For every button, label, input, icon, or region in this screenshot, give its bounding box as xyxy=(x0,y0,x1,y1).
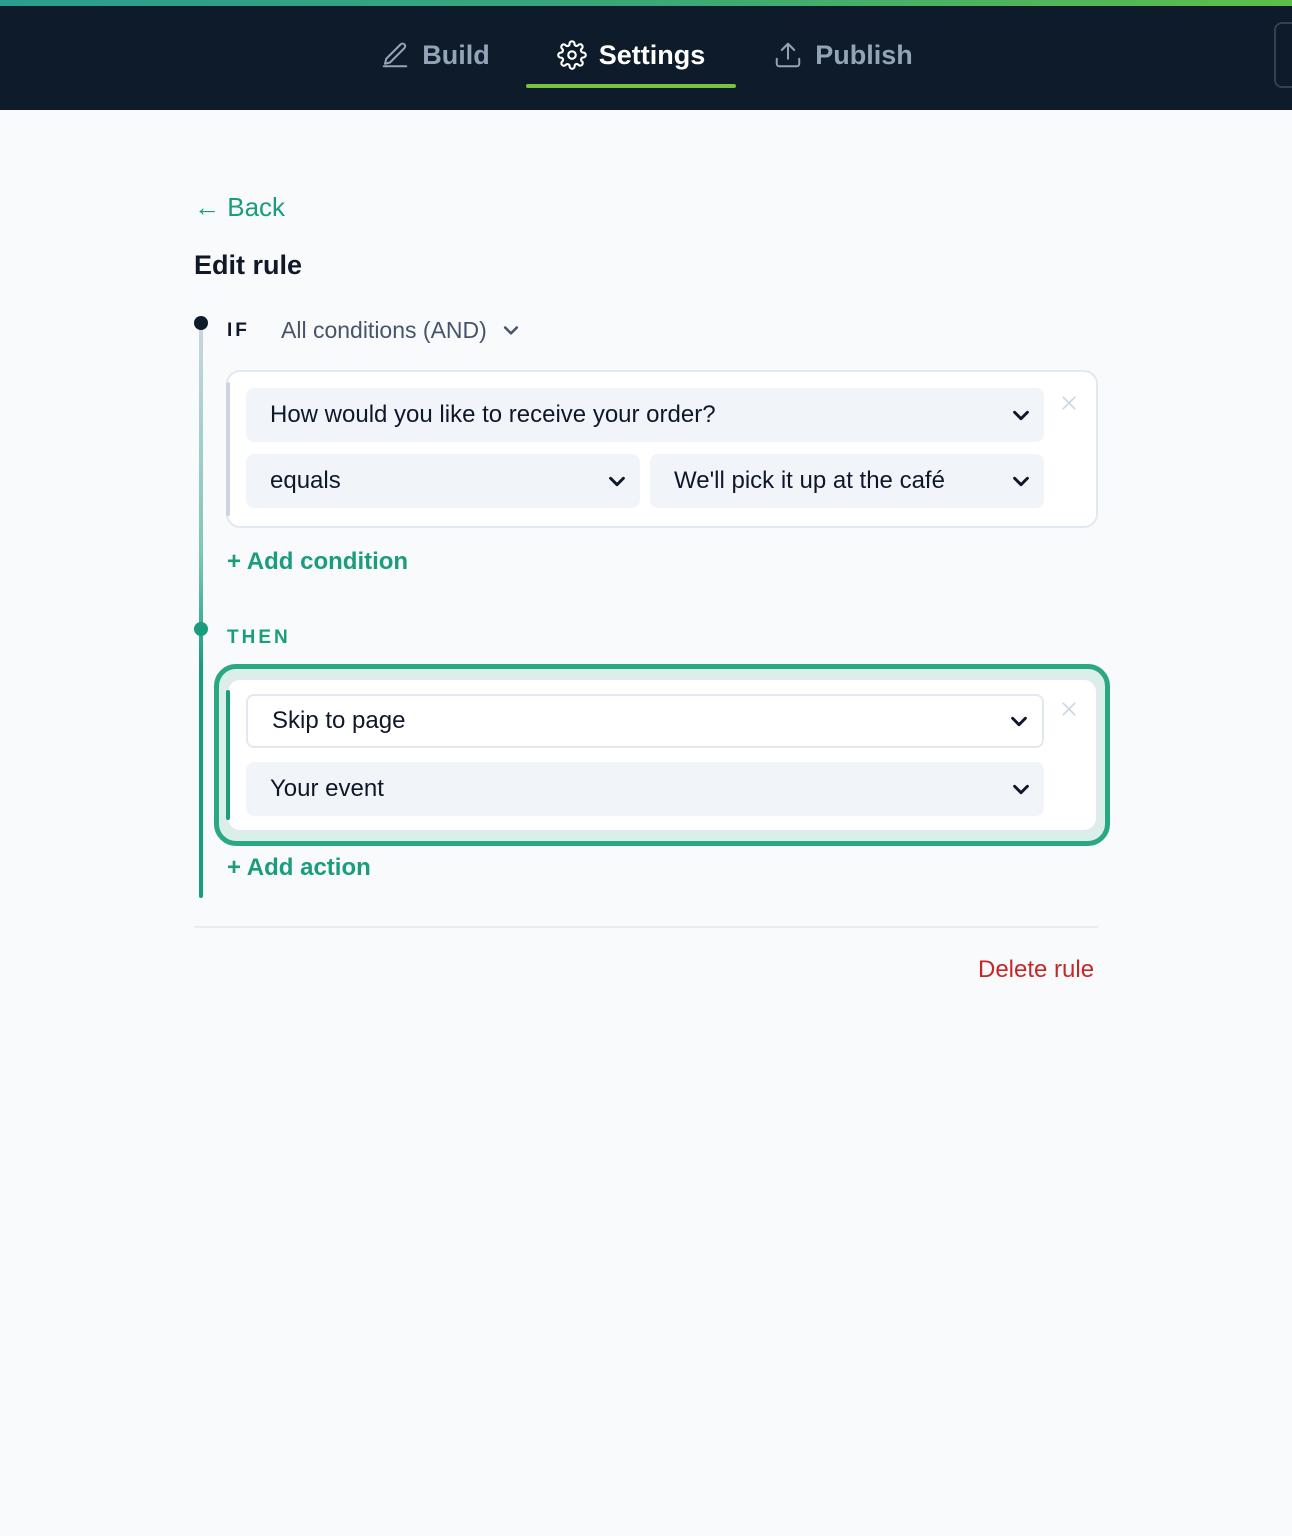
condition-card: How would you like to receive your order… xyxy=(226,370,1098,528)
page-title: Edit rule xyxy=(194,250,303,280)
chevron-down-icon xyxy=(1013,784,1029,795)
tab-build-label: Build xyxy=(422,39,490,70)
if-timeline-dot xyxy=(194,316,208,330)
back-link[interactable]: ← Back xyxy=(194,190,285,224)
action-card: Skip to page Your event xyxy=(226,678,1098,832)
action-type-value: Skip to page xyxy=(272,707,406,734)
condition-field-select[interactable]: How would you like to receive your order… xyxy=(246,388,1044,442)
tab-publish-label: Publish xyxy=(815,39,913,70)
top-nav-bar: Build Settings Publish xyxy=(0,0,1292,110)
condition-value-text: We'll pick it up at the café xyxy=(674,467,945,494)
remove-action-button[interactable] xyxy=(1056,696,1082,722)
condition-operator-select[interactable]: equals xyxy=(246,454,640,508)
close-icon xyxy=(1062,396,1076,410)
condition-value-select[interactable]: We'll pick it up at the café xyxy=(650,454,1044,508)
logic-operator-select[interactable]: All conditions (AND) xyxy=(281,314,521,346)
remove-condition-button[interactable] xyxy=(1056,390,1082,416)
if-label: IF xyxy=(227,320,250,341)
condition-operator-value: equals xyxy=(270,467,341,494)
footer-divider xyxy=(194,926,1098,928)
delete-rule-button[interactable]: Delete rule xyxy=(978,956,1094,984)
logic-operator-value: All conditions (AND) xyxy=(281,316,487,343)
chevron-down-icon xyxy=(1011,716,1027,727)
add-condition-button[interactable]: + Add condition xyxy=(227,548,408,576)
add-action-button[interactable]: + Add action xyxy=(227,854,371,882)
then-label: THEN xyxy=(227,627,291,648)
gear-icon xyxy=(556,40,587,70)
topbar-action-button[interactable] xyxy=(1274,22,1292,88)
pencil-icon xyxy=(383,42,408,68)
brand-accent-stripe xyxy=(0,0,1292,6)
tab-publish[interactable]: Publish xyxy=(764,22,922,88)
action-target-select[interactable]: Your event xyxy=(246,762,1044,816)
condition-field-value: How would you like to receive your order… xyxy=(270,401,716,428)
tab-settings-label: Settings xyxy=(598,39,706,70)
close-icon xyxy=(1062,702,1076,716)
chevron-down-icon xyxy=(503,326,518,335)
chevron-down-icon xyxy=(609,476,625,487)
action-type-select[interactable]: Skip to page xyxy=(246,694,1044,748)
tab-settings[interactable]: Settings xyxy=(526,22,736,88)
chevron-down-icon xyxy=(1013,410,1029,421)
rule-timeline-line xyxy=(199,322,203,898)
then-timeline-dot xyxy=(194,622,208,636)
tab-build[interactable]: Build xyxy=(372,22,498,88)
upload-icon xyxy=(775,42,801,68)
action-target-value: Your event xyxy=(270,775,384,802)
chevron-down-icon xyxy=(1013,476,1029,487)
